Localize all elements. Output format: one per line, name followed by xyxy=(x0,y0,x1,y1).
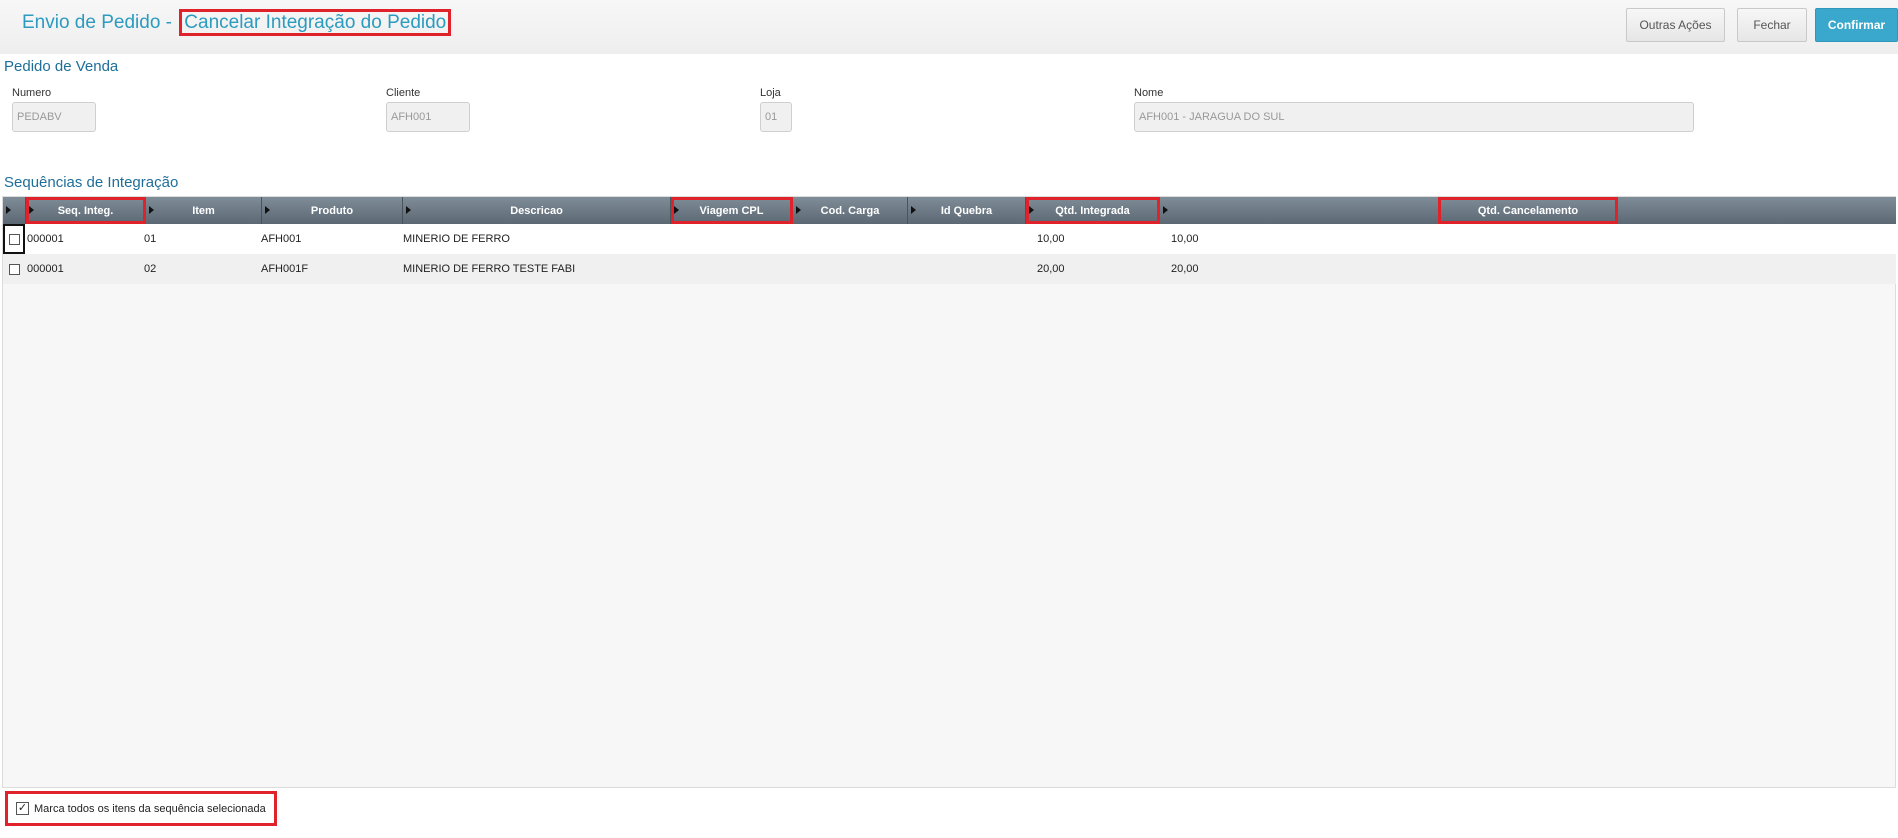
cell-descricao: MINERIO DE FERRO TESTE FABI xyxy=(403,263,576,275)
row-checkbox[interactable] xyxy=(9,264,20,275)
header-item[interactable]: Item xyxy=(146,197,262,224)
cell-produto: AFH001F xyxy=(261,263,309,275)
header-select-column[interactable] xyxy=(3,197,26,224)
header-qtd-cancelamento-column[interactable]: Qtd. Cancelamento xyxy=(1160,197,1896,224)
cliente-field[interactable]: AFH001 xyxy=(386,102,470,132)
cell-qtd-cancelamento[interactable]: 10,00 xyxy=(1171,224,1199,254)
page-header: Envio de Pedido - Cancelar Integração do… xyxy=(0,0,1898,54)
section-sequencias-title: Sequências de Integração xyxy=(4,174,179,191)
numero-label: Numero xyxy=(12,87,52,99)
page-title-main: Envio de Pedido - xyxy=(22,12,172,33)
sort-arrow-icon xyxy=(796,206,801,214)
outras-acoes-button[interactable]: Outras Ações xyxy=(1626,8,1725,42)
header-produto[interactable]: Produto xyxy=(262,197,403,224)
sort-arrow-icon xyxy=(674,206,679,214)
sort-arrow-icon xyxy=(1029,206,1034,214)
row-checkbox[interactable] xyxy=(9,234,20,245)
cell-produto: AFH001 xyxy=(261,233,302,245)
header-viagem-cpl[interactable]: Viagem CPL xyxy=(671,197,793,224)
cell-seq: 000001 xyxy=(27,233,64,245)
header-seq-integ[interactable]: Seq. Integ. xyxy=(26,197,146,224)
section-pedido-title: Pedido de Venda xyxy=(4,58,119,75)
cliente-label: Cliente xyxy=(386,87,421,99)
marca-todos-checkbox-group[interactable]: ✓ Marca todos os itens da sequência sele… xyxy=(5,791,277,826)
fechar-button[interactable]: Fechar xyxy=(1737,8,1807,42)
page-title-sub: Cancelar Integração do Pedido xyxy=(179,9,452,36)
page-title: Envio de Pedido - Cancelar Integração do… xyxy=(22,9,452,36)
app-root: Envio de Pedido - Cancelar Integração do… xyxy=(0,0,1898,838)
numero-field[interactable]: PEDABV xyxy=(12,102,96,132)
header-qtd-integrada[interactable]: Qtd. Integrada xyxy=(1026,197,1160,224)
cell-qtd-integrada: 10,00 xyxy=(1037,233,1065,245)
table-row[interactable]: 000001 01 AFH001 MINERIO DE FERRO 10,00 … xyxy=(3,224,1896,254)
cell-seq: 000001 xyxy=(27,263,64,275)
sort-arrow-icon xyxy=(406,206,411,214)
marca-todos-label: Marca todos os itens da sequência seleci… xyxy=(34,803,266,815)
checkmark-icon[interactable]: ✓ xyxy=(16,802,29,815)
cell-item: 01 xyxy=(144,233,157,245)
cell-descricao: MINERIO DE FERRO xyxy=(403,233,510,245)
cell-qtd-cancelamento[interactable]: 20,00 xyxy=(1171,254,1199,284)
cell-qtd-integrada: 20,00 xyxy=(1037,263,1065,275)
sort-arrow-icon xyxy=(265,206,270,214)
header-id-quebra[interactable]: Id Quebra xyxy=(908,197,1026,224)
loja-field[interactable]: 01 xyxy=(760,102,792,132)
sort-arrow-icon xyxy=(1163,206,1168,214)
sort-arrow-icon xyxy=(911,206,916,214)
cell-item: 02 xyxy=(144,263,157,275)
sequencias-grid: Seq. Integ. Item Produto Descricao Viage… xyxy=(2,196,1896,788)
confirmar-button[interactable]: Confirmar xyxy=(1815,8,1898,42)
nome-label: Nome xyxy=(1134,87,1164,99)
nome-field[interactable]: AFH001 - JARAGUA DO SUL xyxy=(1134,102,1694,132)
loja-label: Loja xyxy=(760,87,781,99)
sort-arrow-icon xyxy=(29,206,34,214)
header-qtd-cancelamento: Qtd. Cancelamento xyxy=(1438,197,1618,224)
table-row[interactable]: 000001 02 AFH001F MINERIO DE FERRO TESTE… xyxy=(3,254,1896,284)
header-descricao[interactable]: Descricao xyxy=(403,197,671,224)
sort-arrow-icon xyxy=(6,206,11,214)
grid-header: Seq. Integ. Item Produto Descricao Viage… xyxy=(3,197,1896,224)
header-cod-carga[interactable]: Cod. Carga xyxy=(793,197,908,224)
sort-arrow-icon xyxy=(149,206,154,214)
